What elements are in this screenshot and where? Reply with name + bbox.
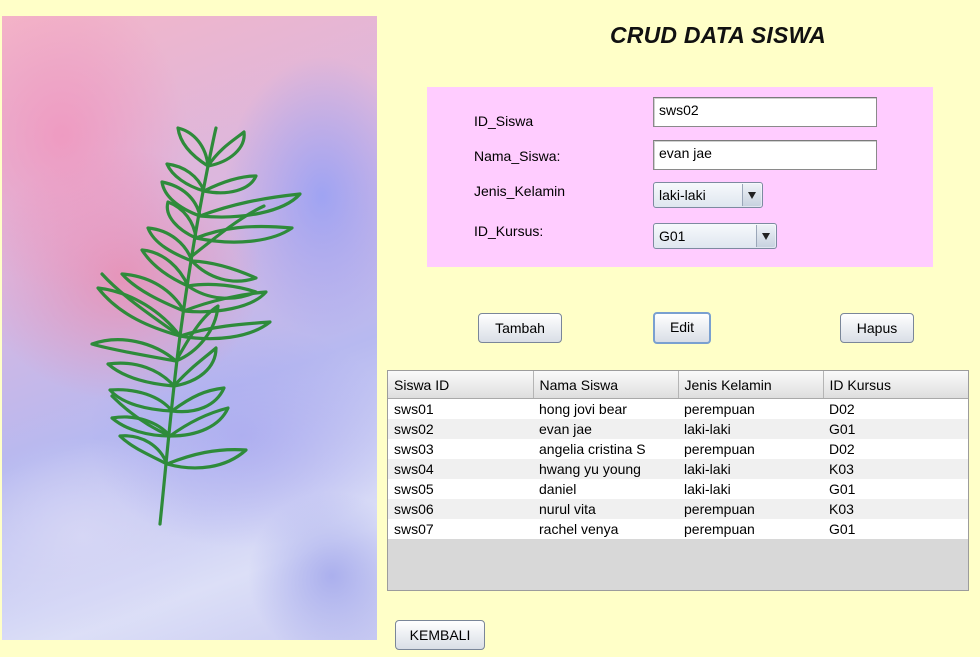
- id-kursus-value: G01: [659, 228, 686, 244]
- cell-id-kursus: K03: [823, 499, 968, 519]
- id-siswa-field[interactable]: sws02: [653, 97, 877, 127]
- cell-id-kursus: D02: [823, 398, 968, 419]
- cell-siswa-id: sws02: [388, 419, 533, 439]
- cell-id-kursus: G01: [823, 419, 968, 439]
- cell-nama-siswa: evan jae: [533, 419, 678, 439]
- nama-siswa-label: Nama_Siswa:: [474, 148, 561, 164]
- cell-siswa-id: sws04: [388, 459, 533, 479]
- cell-jenis-kelamin: perempuan: [678, 398, 823, 419]
- cell-id-kursus: D02: [823, 439, 968, 459]
- leaf-branch-icon: [90, 126, 302, 526]
- cell-id-kursus: G01: [823, 479, 968, 499]
- cell-siswa-id: sws05: [388, 479, 533, 499]
- cell-jenis-kelamin: perempuan: [678, 439, 823, 459]
- cell-nama-siswa: hwang yu young: [533, 459, 678, 479]
- page-title: CRUD DATA SISWA: [610, 22, 826, 48]
- table-row[interactable]: sws05 daniel laki-laki G01: [388, 479, 968, 499]
- cell-jenis-kelamin: perempuan: [678, 499, 823, 519]
- cell-id-kursus: G01: [823, 519, 968, 539]
- chevron-down-icon[interactable]: [742, 184, 761, 206]
- nama-siswa-field[interactable]: evan jae: [653, 140, 877, 170]
- table-header-row: Siswa ID Nama Siswa Jenis Kelamin ID Kur…: [388, 371, 968, 399]
- cell-siswa-id: sws03: [388, 439, 533, 459]
- cell-siswa-id: sws07: [388, 519, 533, 539]
- table-row[interactable]: sws01 hong jovi bear perempuan D02: [388, 398, 968, 419]
- jenis-kelamin-label: Jenis_Kelamin: [474, 183, 566, 199]
- cell-siswa-id: sws06: [388, 499, 533, 519]
- cell-nama-siswa: hong jovi bear: [533, 398, 678, 419]
- jenis-kelamin-select[interactable]: laki-laki: [653, 182, 763, 208]
- student-table: Siswa ID Nama Siswa Jenis Kelamin ID Kur…: [387, 370, 969, 591]
- id-siswa-label: ID_Siswa: [474, 113, 534, 129]
- column-header-id-kursus[interactable]: ID Kursus: [823, 371, 968, 399]
- cell-nama-siswa: angelia cristina S: [533, 439, 678, 459]
- cell-jenis-kelamin: laki-laki: [678, 479, 823, 499]
- student-form-panel: ID_Siswa sws02 Nama_Siswa: evan jae Jeni…: [427, 87, 933, 267]
- table-row[interactable]: sws02 evan jae laki-laki G01: [388, 419, 968, 439]
- edit-button[interactable]: Edit: [653, 312, 711, 344]
- cell-nama-siswa: nurul vita: [533, 499, 678, 519]
- cell-jenis-kelamin: laki-laki: [678, 459, 823, 479]
- cell-jenis-kelamin: perempuan: [678, 519, 823, 539]
- jenis-kelamin-value: laki-laki: [659, 187, 706, 203]
- column-header-nama-siswa[interactable]: Nama Siswa: [533, 371, 679, 399]
- tambah-button[interactable]: Tambah: [478, 313, 562, 343]
- cell-nama-siswa: rachel venya: [533, 519, 678, 539]
- kembali-button[interactable]: KEMBALI: [395, 620, 485, 650]
- cell-jenis-kelamin: laki-laki: [678, 419, 823, 439]
- table-row[interactable]: sws03 angelia cristina S perempuan D02: [388, 439, 968, 459]
- hapus-button[interactable]: Hapus: [840, 313, 914, 343]
- cell-siswa-id: sws01: [388, 398, 533, 419]
- id-kursus-select[interactable]: G01: [653, 223, 777, 249]
- id-kursus-label: ID_Kursus:: [474, 223, 544, 239]
- table-row[interactable]: sws06 nurul vita perempuan K03: [388, 499, 968, 519]
- cell-nama-siswa: daniel: [533, 479, 678, 499]
- cell-id-kursus: K03: [823, 459, 968, 479]
- column-header-jenis-kelamin[interactable]: Jenis Kelamin: [678, 371, 824, 399]
- chevron-down-icon[interactable]: [756, 225, 775, 247]
- table-row[interactable]: sws07 rachel venya perempuan G01: [388, 519, 968, 539]
- column-header-siswa-id[interactable]: Siswa ID: [388, 371, 534, 399]
- table-row[interactable]: sws04 hwang yu young laki-laki K03: [388, 459, 968, 479]
- decorative-watercolor-image: [2, 16, 377, 640]
